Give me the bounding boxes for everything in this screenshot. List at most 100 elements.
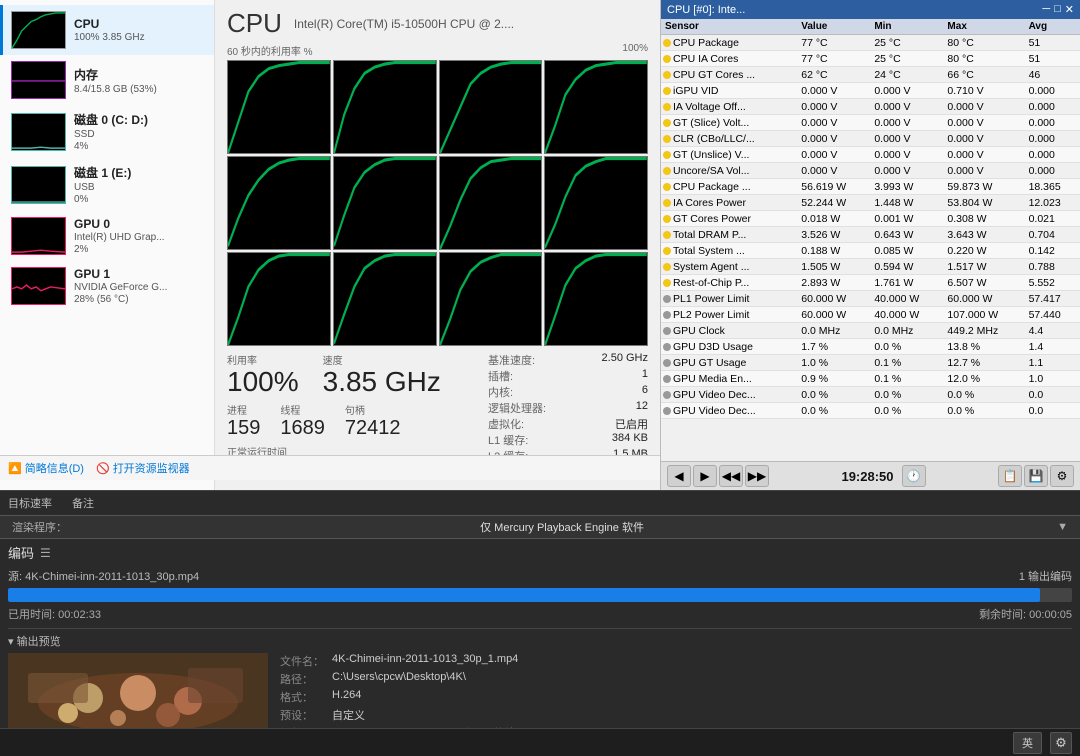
- hwinfo-row[interactable]: GPU Video Dec... 0.0 % 0.0 % 0.0 % 0.0: [661, 403, 1080, 419]
- hwinfo-save-btn[interactable]: 💾: [1024, 465, 1048, 487]
- hwinfo-maximize-btn[interactable]: □: [1054, 3, 1061, 16]
- sensor-icon: [663, 375, 671, 383]
- hwinfo-row[interactable]: IA Voltage Off... 0.000 V 0.000 V 0.000 …: [661, 99, 1080, 115]
- cpu-graph-6: [439, 156, 543, 250]
- render-dropdown-icon[interactable]: ▼: [1057, 521, 1068, 533]
- notes-tab[interactable]: 备注: [72, 495, 94, 511]
- sensor-icon: [663, 327, 671, 335]
- sensor-name-cell: IA Voltage Off...: [661, 99, 797, 115]
- sensor-max-cell: 66 °C: [943, 67, 1024, 83]
- slot-row: 插槽: 1: [488, 368, 648, 384]
- target-rate-tab[interactable]: 目标速率: [8, 495, 52, 511]
- hwinfo-row[interactable]: GT Cores Power 0.018 W 0.001 W 0.308 W 0…: [661, 211, 1080, 227]
- hwinfo-settings-btn[interactable]: ⚙: [1050, 465, 1074, 487]
- memory-thumb-graph: [11, 61, 66, 99]
- simple-info-btn[interactable]: 🔼 简略信息(D): [8, 460, 84, 476]
- premiere-panel: 目标速率 备注 渲染程序： 仅 Mercury Playback Engine …: [0, 490, 1080, 756]
- output-preview-header[interactable]: ▾ 输出预览: [8, 633, 1072, 649]
- sensor-min-cell: 0.000 V: [870, 147, 943, 163]
- gpu1-thumb-graph: [11, 267, 66, 305]
- hwinfo-row[interactable]: Total System ... 0.188 W 0.085 W 0.220 W…: [661, 243, 1080, 259]
- hwinfo-row[interactable]: Rest-of-Chip P... 2.893 W 1.761 W 6.507 …: [661, 275, 1080, 291]
- sensor-name-cell: CPU GT Cores ...: [661, 67, 797, 83]
- sensor-name-cell: GPU Clock: [661, 323, 797, 339]
- hwinfo-row[interactable]: CPU IA Cores 77 °C 25 °C 80 °C 51: [661, 51, 1080, 67]
- settings-button[interactable]: ⚙: [1050, 732, 1072, 754]
- disk1-sidebar-sub2: 0%: [74, 194, 206, 205]
- time-row: 已用时间: 00:02:33 剩余时间: 00:00:05: [8, 606, 1072, 622]
- cpu-graph-4: [227, 156, 331, 250]
- speed-label: 速度: [323, 352, 441, 367]
- sensor-max-cell: 0.000 V: [943, 147, 1024, 163]
- cpu-speed-block: 速度 3.85 GHz: [323, 352, 441, 398]
- sensor-name-cell: Uncore/SA Vol...: [661, 163, 797, 179]
- cpu-sidebar-info: CPU 100% 3.85 GHz: [74, 17, 206, 43]
- util-label: 利用率: [227, 352, 299, 367]
- hwinfo-export-btn[interactable]: 📋: [998, 465, 1022, 487]
- hwinfo-row[interactable]: Uncore/SA Vol... 0.000 V 0.000 V 0.000 V…: [661, 163, 1080, 179]
- hwinfo-minimize-btn[interactable]: ─: [1042, 3, 1050, 16]
- hwinfo-row[interactable]: GPU GT Usage 1.0 % 0.1 % 12.7 % 1.1: [661, 355, 1080, 371]
- sidebar-item-disk1[interactable]: 磁盘 1 (E:) USB 0%: [0, 158, 214, 211]
- hwinfo-row[interactable]: PL1 Power Limit 60.000 W 40.000 W 60.000…: [661, 291, 1080, 307]
- l1-label: L1 缓存:: [488, 432, 528, 448]
- tm-sidebar: CPU 100% 3.85 GHz 内存 8.4/15.8 GB (53%): [0, 0, 215, 490]
- sensor-avg-cell: 0.000: [1025, 99, 1080, 115]
- sensor-avg-cell: 0.021: [1025, 211, 1080, 227]
- sensor-min-cell: 0.000 V: [870, 99, 943, 115]
- sensor-icon: [663, 151, 671, 159]
- hwinfo-row[interactable]: GT (Unslice) V... 0.000 V 0.000 V 0.000 …: [661, 147, 1080, 163]
- hwinfo-next-btn[interactable]: ▶▶: [745, 465, 769, 487]
- memory-sidebar-sub: 8.4/15.8 GB (53%): [74, 84, 206, 95]
- hwinfo-prev-btn[interactable]: ◀◀: [719, 465, 743, 487]
- sensor-name-cell: GPU Video Dec...: [661, 403, 797, 419]
- hwinfo-row[interactable]: System Agent ... 1.505 W 0.594 W 1.517 W…: [661, 259, 1080, 275]
- sensor-name-cell: iGPU VID: [661, 83, 797, 99]
- hwinfo-row[interactable]: GPU Video Dec... 0.0 % 0.0 % 0.0 % 0.0: [661, 387, 1080, 403]
- language-button[interactable]: 英: [1013, 732, 1042, 754]
- sensor-min-cell: 0.0 %: [870, 403, 943, 419]
- hwinfo-row[interactable]: GPU Clock 0.0 MHz 0.0 MHz 449.2 MHz 4.4: [661, 323, 1080, 339]
- hwinfo-row[interactable]: IA Cores Power 52.244 W 1.448 W 53.804 W…: [661, 195, 1080, 211]
- sensor-avg-cell: 1.4: [1025, 339, 1080, 355]
- hwinfo-row[interactable]: GPU Media En... 0.9 % 0.1 % 12.0 % 1.0: [661, 371, 1080, 387]
- gpu0-thumb-graph: [11, 217, 66, 255]
- core-value: 6: [642, 384, 648, 400]
- hwinfo-row[interactable]: iGPU VID 0.000 V 0.000 V 0.710 V 0.000: [661, 83, 1080, 99]
- sidebar-item-disk0[interactable]: 磁盘 0 (C: D:) SSD 4%: [0, 105, 214, 158]
- sensor-icon: [663, 39, 671, 47]
- col-avg: Avg: [1025, 19, 1080, 35]
- sensor-max-cell: 12.0 %: [943, 371, 1024, 387]
- hwinfo-row[interactable]: CLR (CBo/LLC/... 0.000 V 0.000 V 0.000 V…: [661, 131, 1080, 147]
- hwinfo-clock-btn[interactable]: 🕐: [902, 465, 926, 487]
- sidebar-item-gpu1[interactable]: GPU 1 NVIDIA GeForce G... 28% (56 °C): [0, 261, 214, 311]
- sensor-value-cell: 56.619 W: [797, 179, 870, 195]
- process-value: 159: [227, 417, 260, 440]
- encode-progress-container: [8, 588, 1072, 602]
- hwinfo-row[interactable]: PL2 Power Limit 60.000 W 40.000 W 107.00…: [661, 307, 1080, 323]
- sidebar-item-cpu[interactable]: CPU 100% 3.85 GHz: [0, 5, 214, 55]
- sidebar-item-gpu0[interactable]: GPU 0 Intel(R) UHD Grap... 2%: [0, 211, 214, 261]
- hwinfo-row[interactable]: CPU GT Cores ... 62 °C 24 °C 66 °C 46: [661, 67, 1080, 83]
- open-resource-monitor-btn[interactable]: 🚫 打开资源监视器: [96, 460, 190, 476]
- cpu-graph-10: [439, 252, 543, 346]
- hwinfo-row[interactable]: CPU Package ... 56.619 W 3.993 W 59.873 …: [661, 179, 1080, 195]
- encode-title: 编码: [8, 543, 34, 562]
- process-block: 进程 159: [227, 402, 260, 440]
- sensor-max-cell: 0.000 V: [943, 99, 1024, 115]
- encode-menu-icon[interactable]: ☰: [40, 546, 51, 560]
- hwinfo-forward-btn[interactable]: ▶: [693, 465, 717, 487]
- sensor-avg-cell: 0.0: [1025, 387, 1080, 403]
- sensor-value-cell: 0.000 V: [797, 99, 870, 115]
- cpu-graph-1: [333, 60, 437, 154]
- hwinfo-row[interactable]: GT (Slice) Volt... 0.000 V 0.000 V 0.000…: [661, 115, 1080, 131]
- hwinfo-back-btn[interactable]: ◀: [667, 465, 691, 487]
- hwinfo-close-btn[interactable]: ✕: [1065, 3, 1074, 16]
- sensor-value-cell: 0.000 V: [797, 147, 870, 163]
- cpu-sidebar-sub: 100% 3.85 GHz: [74, 32, 206, 43]
- hwinfo-row[interactable]: Total DRAM P... 3.526 W 0.643 W 3.643 W …: [661, 227, 1080, 243]
- hwinfo-row[interactable]: CPU Package 77 °C 25 °C 80 °C 51: [661, 35, 1080, 51]
- hwinfo-row[interactable]: GPU D3D Usage 1.7 % 0.0 % 13.8 % 1.4: [661, 339, 1080, 355]
- sidebar-item-memory[interactable]: 内存 8.4/15.8 GB (53%): [0, 55, 214, 105]
- sensor-avg-cell: 5.552: [1025, 275, 1080, 291]
